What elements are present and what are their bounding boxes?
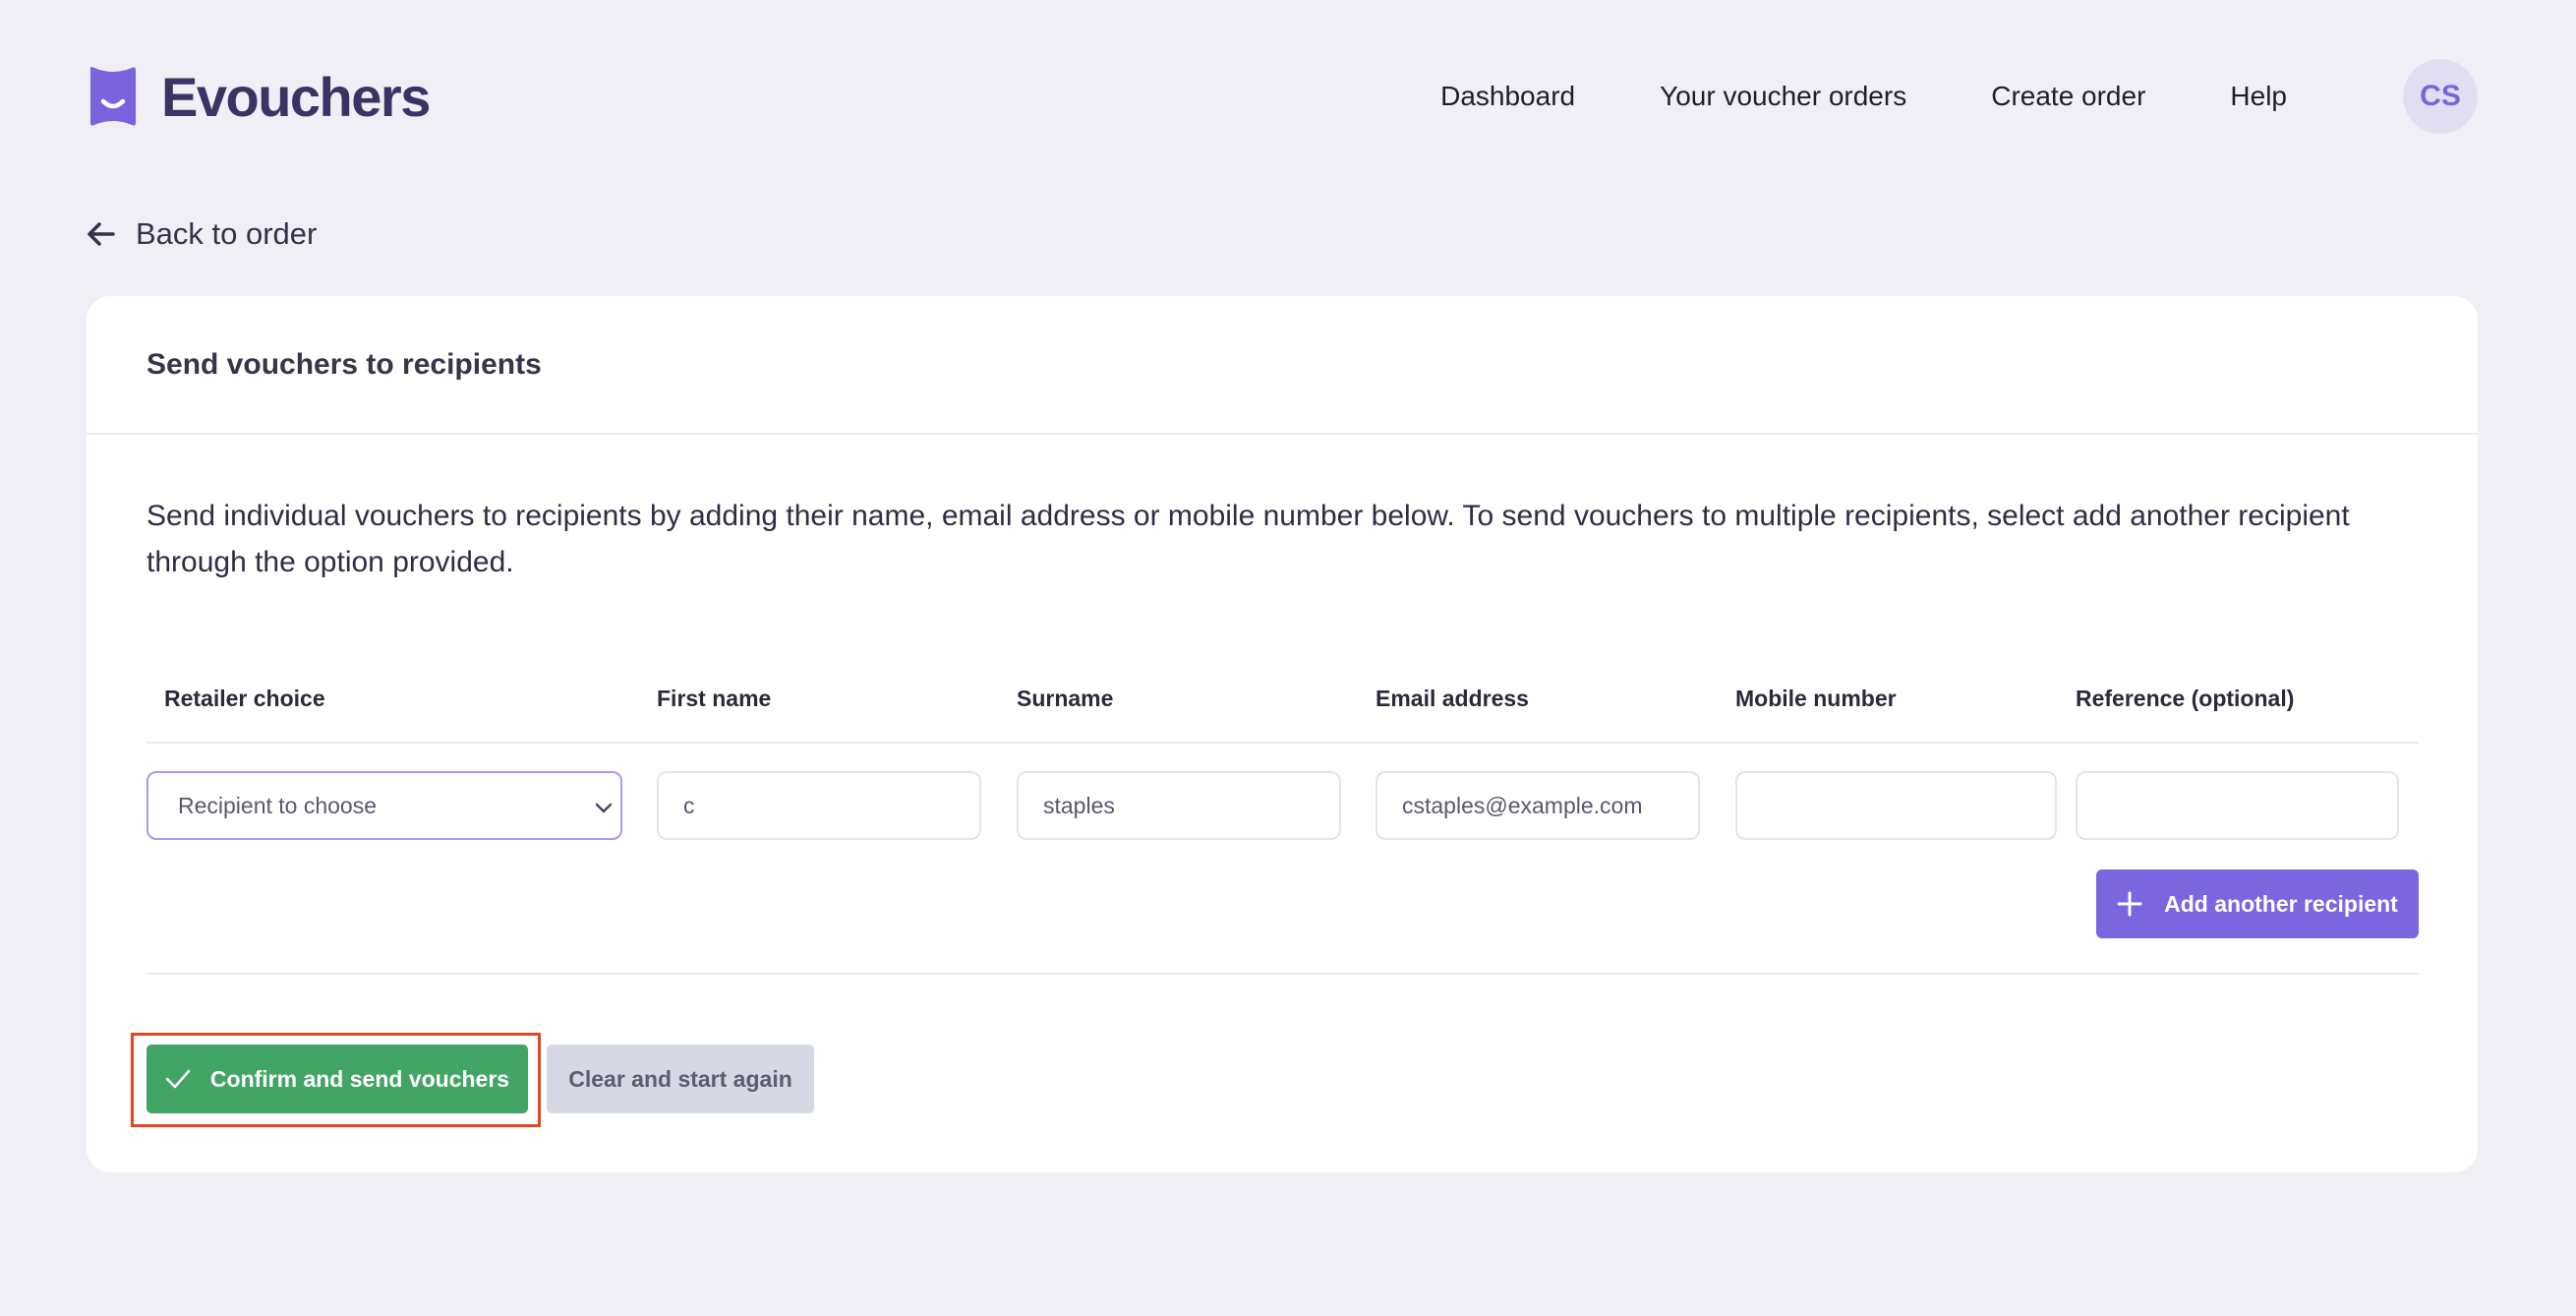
clear-label: Clear and start again xyxy=(568,1065,792,1092)
header: Evouchers Dashboard Your voucher orders … xyxy=(87,59,2478,134)
mobile-input[interactable] xyxy=(1735,771,2057,840)
clear-start-again-button[interactable]: Clear and start again xyxy=(547,1045,814,1113)
card-header: Send vouchers to recipients xyxy=(87,296,2478,435)
back-link-label: Back to order xyxy=(136,216,318,251)
retailer-choice-select[interactable]: Recipient to choose xyxy=(146,771,622,840)
table-header: Retailer choice First name Surname Email… xyxy=(146,680,2419,744)
surname-input[interactable] xyxy=(1017,771,1341,840)
logo-text: Evouchers xyxy=(161,65,431,128)
column-header-email: Email address xyxy=(1376,686,1529,711)
nav-help[interactable]: Help xyxy=(2230,81,2287,112)
logo[interactable]: Evouchers xyxy=(87,65,431,128)
column-header-retailer: Retailer choice xyxy=(164,686,325,711)
nav-create-order[interactable]: Create order xyxy=(1991,81,2145,112)
page: Evouchers Dashboard Your voucher orders … xyxy=(0,0,2576,1316)
back-to-order-link[interactable]: Back to order xyxy=(87,216,317,252)
arrow-left-icon xyxy=(88,222,115,246)
top-nav: Dashboard Your voucher orders Create ord… xyxy=(1440,59,2478,134)
column-header-reference: Reference (optional) xyxy=(2076,686,2295,711)
column-header-first-name: First name xyxy=(657,686,772,711)
user-avatar[interactable]: CS xyxy=(2403,59,2478,134)
send-vouchers-card: Send vouchers to recipients Send individ… xyxy=(87,296,2478,1172)
column-header-mobile: Mobile number xyxy=(1735,686,1897,711)
add-recipient-label: Add another recipient xyxy=(2164,890,2398,917)
check-icon xyxy=(165,1069,191,1089)
confirm-send-label: Confirm and send vouchers xyxy=(209,1065,510,1092)
confirm-send-button[interactable]: Confirm and send vouchers xyxy=(146,1045,528,1113)
reference-input[interactable] xyxy=(2076,771,2399,840)
chevron-down-icon xyxy=(595,803,613,813)
plus-icon xyxy=(2117,891,2142,917)
card-title: Send vouchers to recipients xyxy=(146,347,542,381)
first-name-input[interactable] xyxy=(657,771,981,840)
email-input[interactable] xyxy=(1376,771,1700,840)
add-another-recipient-button[interactable]: Add another recipient xyxy=(2096,869,2419,938)
nav-voucher-orders[interactable]: Your voucher orders xyxy=(1660,81,1906,112)
intro-text: Send individual vouchers to recipients b… xyxy=(146,500,2350,578)
nav-dashboard[interactable]: Dashboard xyxy=(1440,81,1575,112)
retailer-choice-value: Recipient to choose xyxy=(178,792,378,818)
divider xyxy=(146,973,2419,975)
logo-icon xyxy=(90,67,136,126)
column-header-surname: Surname xyxy=(1017,686,1114,711)
